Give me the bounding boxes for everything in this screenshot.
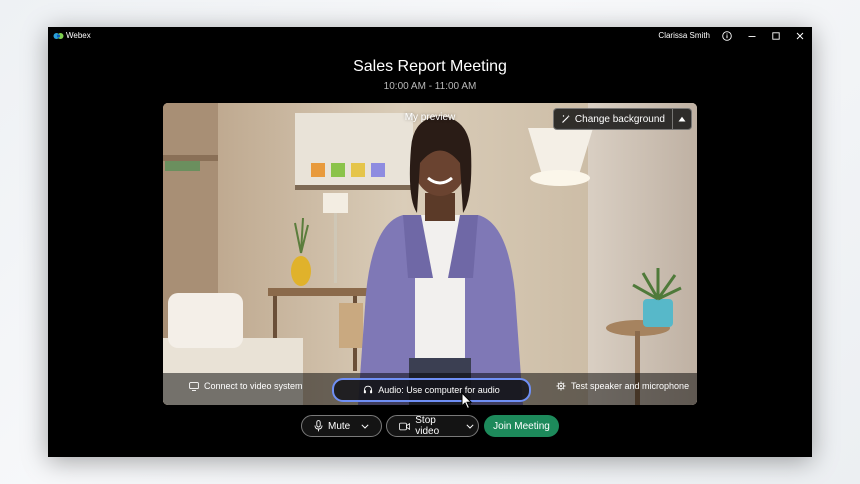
title-bar: Webex Clarissa Smith — [48, 27, 812, 47]
magic-wand-icon — [561, 114, 570, 123]
meeting-controls: Mute Stop video Join Meeting — [48, 415, 812, 437]
audio-option-label: Audio: Use computer for audio — [378, 385, 500, 395]
join-meeting-button[interactable]: Join Meeting — [484, 415, 559, 437]
change-background-label: Change background — [574, 113, 665, 125]
connect-video-label: Connect to video system — [204, 381, 303, 391]
gear-icon — [556, 381, 566, 391]
mute-control: Mute — [301, 415, 382, 437]
meeting-title: Sales Report Meeting — [353, 58, 507, 75]
app-name: Webex — [66, 31, 91, 40]
test-speaker-microphone-option[interactable]: Test speaker and microphone — [556, 381, 689, 391]
triangle-up-icon — [678, 116, 686, 122]
camera-preview-image — [163, 103, 697, 405]
minimize-icon — [748, 36, 756, 37]
stop-video-label: Stop video — [415, 415, 440, 437]
webex-window: Webex Clarissa Smith Sales Report Meetin… — [48, 27, 812, 457]
maximize-button[interactable] — [769, 29, 783, 43]
mute-button[interactable]: Mute — [302, 420, 356, 432]
video-camera-icon — [399, 422, 411, 430]
video-preview: My preview Change background Connect to … — [163, 103, 697, 405]
preview-options-bar: Connect to video system Audio: Use compu… — [163, 373, 697, 405]
video-system-icon — [189, 381, 199, 391]
mouse-cursor-icon — [461, 392, 473, 410]
microphone-icon — [314, 420, 323, 432]
headset-icon — [364, 385, 373, 394]
stop-video-button[interactable]: Stop video — [387, 415, 462, 437]
test-speaker-label: Test speaker and microphone — [571, 381, 690, 391]
webex-logo-icon — [53, 33, 64, 39]
chevron-down-icon — [466, 423, 474, 429]
user-name[interactable]: Clarissa Smith — [658, 31, 710, 40]
change-background-button[interactable]: Change background — [554, 109, 672, 129]
chevron-down-icon — [361, 423, 369, 429]
change-background-group: Change background — [552, 108, 692, 130]
connect-video-system-option[interactable]: Connect to video system — [189, 381, 303, 391]
minimize-button[interactable] — [745, 29, 759, 43]
audio-options-dropdown[interactable] — [356, 423, 374, 429]
stop-video-control: Stop video — [386, 415, 479, 437]
mute-label: Mute — [328, 420, 351, 432]
close-button[interactable] — [793, 29, 807, 43]
background-options-button[interactable] — [673, 109, 691, 129]
maximize-icon — [772, 32, 780, 40]
info-icon — [722, 31, 732, 41]
meeting-time: 10:00 AM - 11:00 AM — [383, 81, 477, 92]
close-icon — [796, 32, 804, 40]
video-options-dropdown[interactable] — [462, 423, 478, 429]
audio-option-button[interactable]: Audio: Use computer for audio — [332, 378, 531, 402]
info-button[interactable] — [720, 29, 734, 43]
